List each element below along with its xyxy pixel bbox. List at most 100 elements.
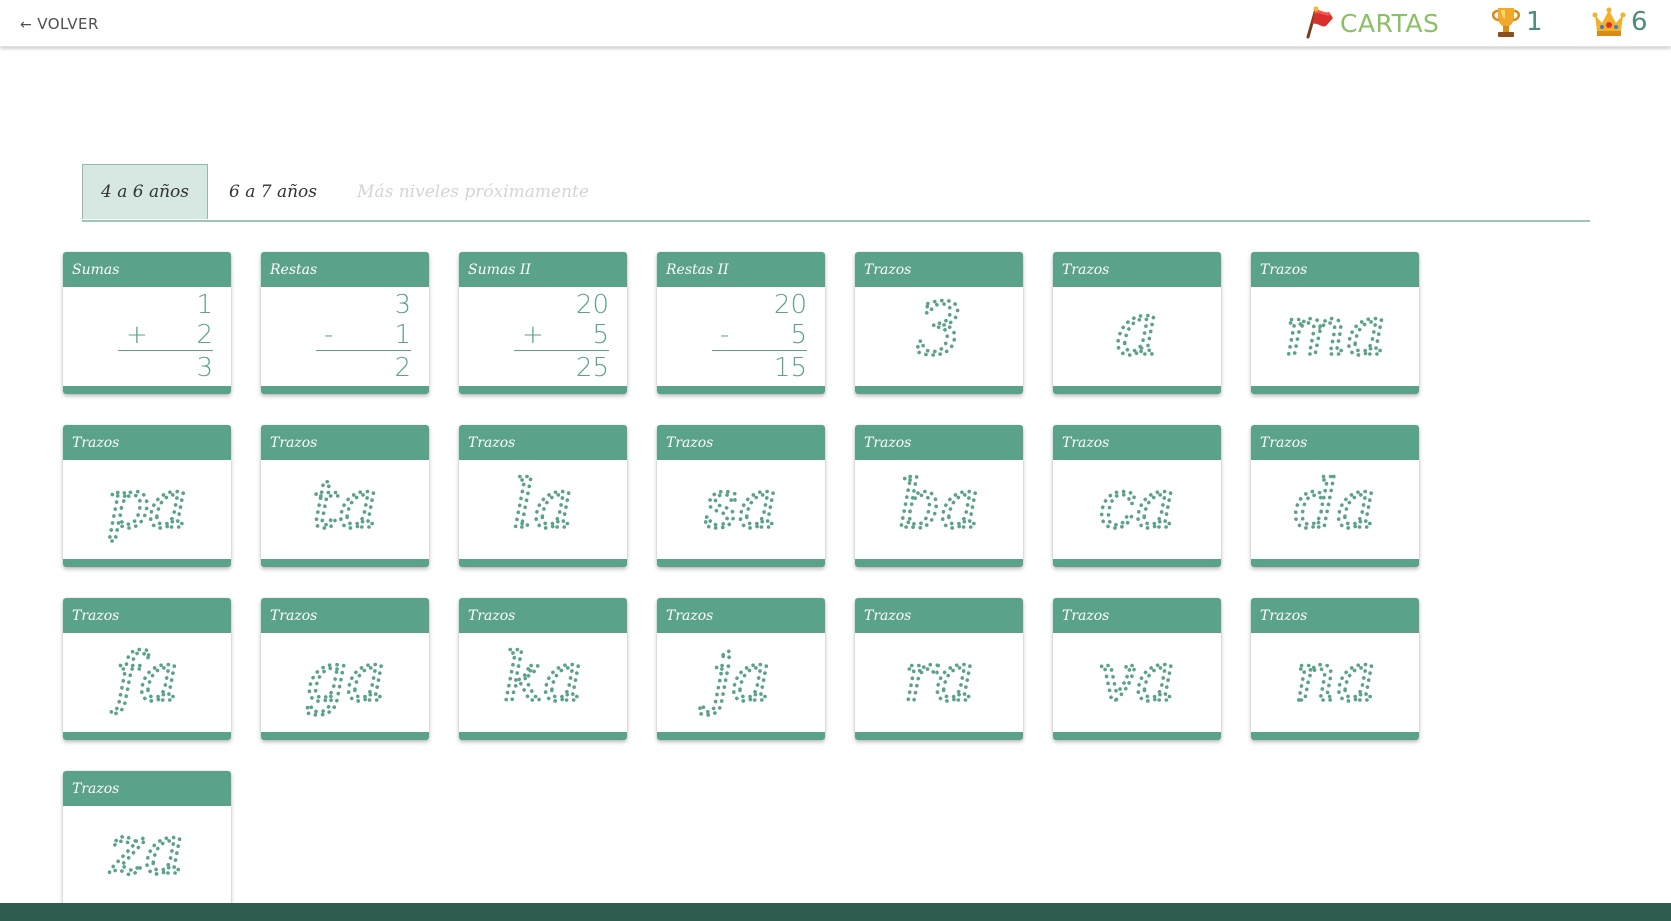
math-operand-row: -1 [316, 319, 411, 350]
activity-card[interactable]: Trazos ga [261, 598, 429, 740]
trace-text: ma [1284, 293, 1386, 370]
trace-text: ba [898, 466, 980, 543]
trace-glyph: ka [502, 637, 585, 718]
trace-glyph: a [1114, 287, 1161, 373]
card-footer [459, 386, 627, 394]
math-result: 3 [196, 353, 213, 383]
card-footer [459, 732, 627, 740]
card-body: pa [63, 460, 231, 559]
activity-card[interactable]: Trazos a [1053, 252, 1221, 394]
tab-coming-soon: Más niveles próximamente [357, 181, 589, 202]
card-body: 20-5 15 [657, 287, 825, 386]
card-title: Trazos [657, 425, 825, 460]
tab-4-6[interactable]: 4 a 6 años [82, 164, 208, 219]
card-footer [657, 559, 825, 567]
cards-button[interactable]: CARTAS [1302, 6, 1439, 40]
card-body: sa [657, 460, 825, 559]
activity-card[interactable]: Trazos ca [1053, 425, 1221, 567]
trophy-counter: 1 [1490, 4, 1543, 40]
activity-card[interactable]: Trazos 3 [855, 252, 1023, 394]
card-body: 3 [855, 287, 1023, 386]
math-operation: 20 +5 25 [514, 289, 609, 383]
back-label: VOLVER [37, 15, 99, 33]
card-body: ra [855, 633, 1023, 732]
card-footer [1053, 559, 1221, 567]
bottom-bar [0, 903, 1671, 921]
card-body: ja [657, 633, 825, 732]
trace-glyph: va [1097, 637, 1177, 718]
card-footer [261, 386, 429, 394]
trace-text: da [1294, 466, 1376, 543]
trace-text: ta [312, 466, 378, 543]
card-body: 3-12 [261, 287, 429, 386]
back-button[interactable]: ← VOLVER [20, 15, 99, 33]
trace-glyph: ma [1282, 291, 1388, 372]
trace-glyph: fa [108, 637, 180, 718]
activity-card[interactable]: Sumas 1 +2 3 [63, 252, 231, 394]
trace-text: na [1294, 639, 1376, 716]
tab-6-7[interactable]: 6 a 7 años [208, 164, 338, 219]
trophy-icon [1492, 8, 1520, 37]
activity-card[interactable]: Trazos ja [657, 598, 825, 740]
card-title: Trazos [63, 598, 231, 633]
card-body: ca [1053, 460, 1221, 559]
activity-card[interactable]: Trazos la [459, 425, 627, 567]
math-operator: - [720, 320, 730, 350]
trace-glyph: ja [696, 637, 772, 718]
activity-card[interactable]: Sumas II 20 +5 25 [459, 252, 627, 394]
trace-glyph: 3 [914, 287, 963, 373]
activity-card[interactable]: Trazos fa [63, 598, 231, 740]
card-footer [63, 732, 231, 740]
card-footer [1251, 732, 1419, 740]
card-footer [1053, 732, 1221, 740]
card-title: Trazos [855, 252, 1023, 287]
card-footer [1251, 559, 1419, 567]
card-body: na [1251, 633, 1419, 732]
trace-text: sa [704, 466, 777, 543]
trace-text: ga [304, 639, 386, 716]
activity-card[interactable]: Trazos na [1251, 598, 1419, 740]
activity-card[interactable]: Trazos za [63, 771, 231, 913]
math-operand-top: 20 [575, 290, 609, 320]
activity-card[interactable]: Trazos sa [657, 425, 825, 567]
activity-card[interactable]: Trazos ma [1251, 252, 1419, 394]
activity-card[interactable]: Restas II 20-5 15 [657, 252, 825, 394]
activity-card[interactable]: Restas 3-1 2 [261, 252, 429, 394]
activity-card[interactable]: Trazos ka [459, 598, 627, 740]
math-operand-bottom: 2 [196, 320, 213, 350]
card-body: ma [1251, 287, 1419, 386]
activity-card[interactable]: Trazos ba [855, 425, 1023, 567]
card-title: Trazos [459, 425, 627, 460]
activity-card[interactable]: Trazos va [1053, 598, 1221, 740]
math-result: 2 [394, 353, 411, 383]
card-body: 1 +2 3 [63, 287, 231, 386]
activity-card[interactable]: Trazos pa [63, 425, 231, 567]
trace-glyph: ra [902, 637, 977, 718]
card-title: Trazos [1053, 425, 1221, 460]
math-operand-top: 3 [394, 290, 411, 320]
trace-glyph: ca [1097, 464, 1177, 545]
math-operator: + [522, 320, 544, 350]
card-title: Sumas II [459, 252, 627, 287]
card-title: Trazos [1053, 252, 1221, 287]
card-title: Trazos [261, 425, 429, 460]
trace-text: a [1116, 287, 1159, 371]
card-title: Trazos [855, 425, 1023, 460]
trophy-count: 1 [1526, 7, 1543, 37]
math-operation: 1 +2 3 [118, 289, 213, 383]
trace-glyph: da [1292, 464, 1377, 545]
cards-label: CARTAS [1340, 8, 1440, 38]
card-footer [855, 559, 1023, 567]
card-footer [855, 386, 1023, 394]
card-title: Trazos [1053, 598, 1221, 633]
activity-card[interactable]: Trazos ra [855, 598, 1023, 740]
activity-card[interactable]: Trazos da [1251, 425, 1419, 567]
trace-glyph: ta [310, 464, 379, 545]
card-title: Restas [261, 252, 429, 287]
card-body: fa [63, 633, 231, 732]
math-operand-row: +2 [118, 319, 213, 350]
crown-counter: 6 [1591, 4, 1648, 40]
crown-icon [1592, 7, 1626, 36]
card-footer [261, 732, 429, 740]
activity-card[interactable]: Trazos ta [261, 425, 429, 567]
